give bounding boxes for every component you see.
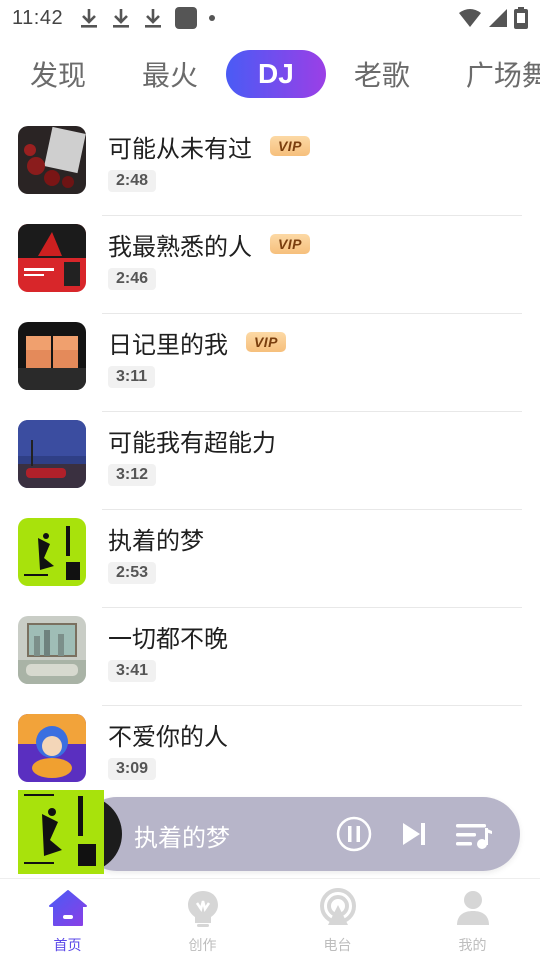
- vip-badge: VIP: [270, 136, 310, 156]
- tab-discover[interactable]: 发现: [0, 50, 114, 98]
- create-icon: [187, 891, 218, 927]
- nav-home[interactable]: 首页: [0, 879, 135, 960]
- album-cover: [18, 224, 86, 292]
- list-item[interactable]: 一切都不晚 3:41: [0, 608, 540, 706]
- download-icon: [145, 9, 162, 28]
- tab-oldies[interactable]: 老歌: [326, 50, 438, 98]
- profile-icon: [456, 891, 489, 925]
- nav-create[interactable]: 创作: [135, 879, 270, 960]
- app-icon: [175, 7, 198, 29]
- nav-home-label: 首页: [53, 938, 82, 954]
- song-title: 可能从未有过: [108, 134, 252, 163]
- pause-icon[interactable]: [336, 816, 372, 852]
- list-item[interactable]: 我最熟悉的人 VIP 2:46: [0, 216, 540, 314]
- album-cover: [18, 322, 86, 390]
- nav-create-label: 创作: [188, 938, 217, 954]
- nav-radio-label: 电台: [323, 938, 352, 954]
- song-title: 执着的梦: [108, 526, 204, 555]
- notification-icons: [79, 7, 216, 29]
- next-track-icon[interactable]: [400, 816, 430, 852]
- system-icons: [458, 7, 528, 29]
- player-album-cover[interactable]: [18, 790, 104, 874]
- list-item[interactable]: 可能我有超能力 3:12: [0, 412, 540, 510]
- vip-badge: VIP: [246, 332, 286, 352]
- song-duration: 3:09: [108, 758, 157, 780]
- download-icon: [113, 9, 130, 28]
- song-title: 可能我有超能力: [108, 428, 276, 457]
- song-duration: 2:48: [108, 170, 157, 192]
- download-icon: [81, 9, 98, 28]
- tab-dj[interactable]: DJ: [226, 50, 326, 98]
- mini-player[interactable]: 执着的梦: [0, 788, 540, 878]
- list-item[interactable]: 日记里的我 VIP 3:11: [0, 314, 540, 412]
- list-item[interactable]: 执着的梦 2:53: [0, 510, 540, 608]
- song-list: 可能从未有过 VIP 2:48 我最熟悉的人 VIP 2:46 日记里的我 VI…: [0, 118, 540, 804]
- song-title: 一切都不晚: [108, 624, 228, 653]
- song-title: 日记里的我: [108, 330, 228, 359]
- album-cover: [18, 518, 86, 586]
- vip-badge: VIP: [270, 234, 310, 254]
- song-duration: 2:46: [108, 268, 157, 290]
- album-cover: [18, 126, 86, 194]
- list-item[interactable]: 可能从未有过 VIP 2:48: [0, 118, 540, 216]
- category-tabs: 发现 最火 DJ 老歌 广场舞: [0, 48, 540, 100]
- battery-icon: [514, 7, 528, 29]
- song-duration: 3:11: [108, 366, 156, 388]
- home-icon: [48, 890, 87, 926]
- song-duration: 3:41: [108, 660, 157, 682]
- song-title: 不爱你的人: [108, 722, 228, 751]
- status-time: 11:42: [12, 6, 64, 29]
- bottom-navigation: 首页 创作 电台 我的: [0, 878, 540, 960]
- signal-icon: [489, 9, 507, 27]
- more-notifications-dot: [209, 15, 216, 21]
- radio-icon: [319, 888, 356, 925]
- wifi-icon: [459, 9, 481, 27]
- song-title: 我最熟悉的人: [108, 232, 252, 261]
- tab-square-dance[interactable]: 广场舞: [438, 50, 540, 98]
- song-duration: 2:53: [108, 562, 157, 584]
- tab-hottest[interactable]: 最火: [114, 50, 226, 98]
- song-duration: 3:12: [108, 464, 157, 486]
- album-cover: [18, 616, 86, 684]
- nav-profile-label: 我的: [458, 938, 487, 954]
- status-bar: 11:42: [0, 0, 540, 36]
- album-cover: [18, 714, 86, 782]
- album-cover: [18, 420, 86, 488]
- playlist-icon[interactable]: [454, 816, 494, 852]
- now-playing-title: 执着的梦: [134, 824, 230, 852]
- nav-profile[interactable]: 我的: [405, 879, 540, 960]
- nav-radio[interactable]: 电台: [270, 879, 405, 960]
